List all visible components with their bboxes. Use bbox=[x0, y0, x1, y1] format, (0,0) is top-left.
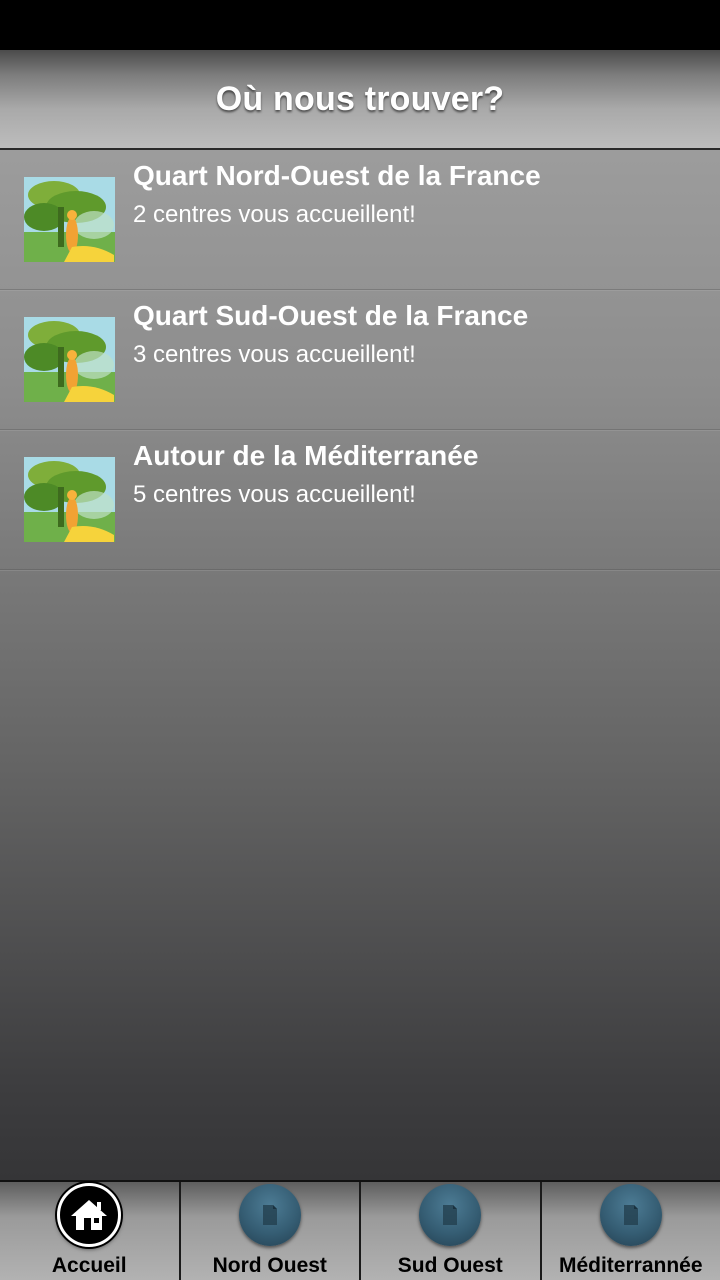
document-icon bbox=[419, 1184, 482, 1246]
tab-label: Accueil bbox=[51, 1254, 127, 1277]
tab-mediterranee[interactable]: Méditerrannée bbox=[542, 1182, 720, 1280]
list-item-mediterranee[interactable]: Autour de la Méditerranée 5 centres vous… bbox=[0, 430, 720, 570]
region-list: Quart Nord-Ouest de la France 2 centres … bbox=[0, 150, 720, 570]
tab-label: Méditerrannée bbox=[558, 1254, 703, 1277]
document-icon bbox=[599, 1184, 662, 1246]
tree-figure-thumbnail-icon bbox=[24, 177, 115, 262]
document-icon bbox=[238, 1184, 301, 1246]
region-subtitle: 3 centres vous accueillent! bbox=[133, 341, 416, 368]
region-title: Quart Sud-Ouest de la France bbox=[133, 300, 529, 331]
bottom-tab-bar: Accueil Nord Ouest Sud Ouest Méditerrann… bbox=[0, 1180, 720, 1280]
tab-label: Sud Ouest bbox=[397, 1254, 503, 1277]
region-title: Autour de la Méditerranée bbox=[133, 440, 479, 471]
region-title: Quart Nord-Ouest de la France bbox=[133, 160, 541, 191]
region-subtitle: 5 centres vous accueillent! bbox=[133, 481, 416, 508]
app-header: Où nous trouver? bbox=[0, 50, 720, 150]
tab-accueil[interactable]: Accueil bbox=[0, 1182, 181, 1280]
status-bar bbox=[0, 0, 720, 50]
tab-nord-ouest[interactable]: Nord Ouest bbox=[181, 1182, 361, 1280]
page-title: Où nous trouver? bbox=[215, 79, 505, 118]
home-icon bbox=[57, 1183, 122, 1247]
tree-figure-thumbnail-icon bbox=[24, 457, 115, 542]
region-subtitle: 2 centres vous accueillent! bbox=[133, 201, 416, 228]
tab-sud-ouest[interactable]: Sud Ouest bbox=[361, 1182, 542, 1280]
tree-figure-thumbnail-icon bbox=[24, 317, 115, 402]
list-item-nord-ouest[interactable]: Quart Nord-Ouest de la France 2 centres … bbox=[0, 150, 720, 290]
tab-label: Nord Ouest bbox=[212, 1254, 327, 1277]
list-item-sud-ouest[interactable]: Quart Sud-Ouest de la France 3 centres v… bbox=[0, 290, 720, 430]
